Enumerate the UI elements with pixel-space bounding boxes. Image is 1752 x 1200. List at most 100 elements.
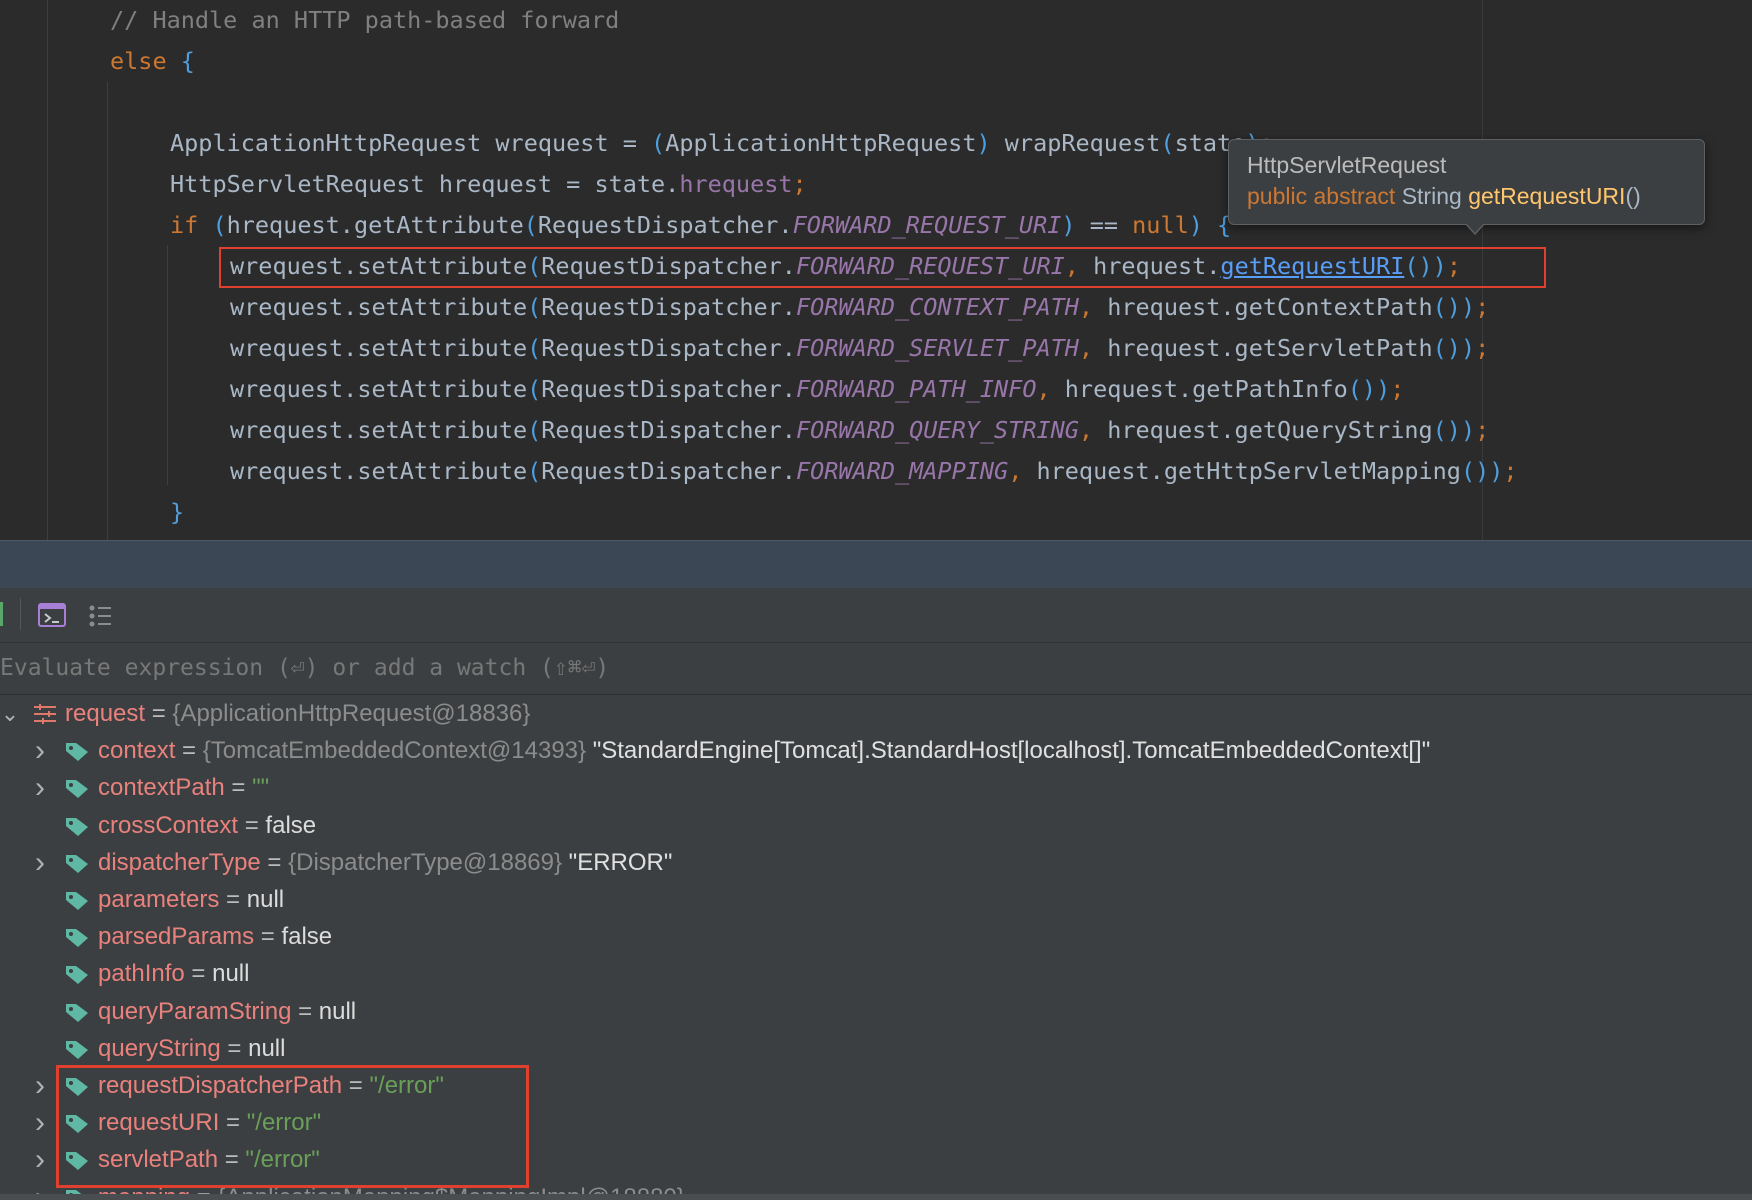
code-token: , [1008,457,1023,485]
chevron-right-icon[interactable]: › [30,1067,50,1104]
tree-row[interactable]: › contextPath = "" [0,769,1752,806]
code-token: ) [1489,457,1504,485]
code-token: wrequest.setAttribute [230,334,528,362]
code-token: ) [1460,293,1476,321]
chevron-right-icon[interactable]: › [30,1104,50,1141]
field-tag-icon [66,892,88,910]
code-token: FORWARD_QUERY_STRING [795,416,1079,444]
code-line[interactable]: wrequest.setAttribute(RequestDispatcher.… [230,410,1489,451]
var-value: null [212,960,250,988]
code-token: ( [527,416,542,444]
code-line[interactable]: wrequest.setAttribute(RequestDispatcher.… [230,328,1489,369]
var-eq: = [145,700,173,727]
code-token: wrequest.setAttribute [230,293,528,321]
var-eq: = [219,886,247,913]
var-value: null [318,997,357,1025]
code-token: ( [523,211,538,239]
code-token: RequestDispatcher. [541,457,796,485]
evaluate-expression-input[interactable]: Evaluate expression (⏎) or add a watch (… [0,643,1752,695]
code-token: ( [651,129,666,157]
code-token: ApplicationHttpRequest wrequest = [170,129,652,157]
var-name: pathInfo [98,960,185,988]
code-token: HttpServletRequest hrequest = state. [170,170,680,198]
quick-doc-tooltip: HttpServletRequest public abstract Strin… [1228,139,1705,235]
code-token: , [1036,375,1051,403]
field-tag-icon [66,929,88,948]
indent-guide [47,0,48,540]
code-line[interactable]: wrequest.setAttribute(RequestDispatcher.… [230,369,1404,410]
panel-splitter[interactable] [0,540,1752,589]
debugger-toolbar [0,588,1752,643]
list-icon[interactable] [84,599,116,631]
code-token: wrequest.setAttribute [230,457,528,485]
code-token: RequestDispatcher. [541,334,796,362]
code-token: null [1132,211,1189,239]
code-token: ; [792,170,807,198]
code-token: hrequest.getContextPath [1093,293,1433,321]
code-token: () [1432,334,1461,362]
tree-row-request[interactable]: ⌄ request = {ApplicationHttpRequest@1883… [0,695,1752,732]
code-line[interactable]: else { [110,41,195,82]
code-token: ) [1376,375,1391,403]
chevron-right-icon[interactable]: › [30,769,50,806]
tooltip-class-name: HttpServletRequest [1247,152,1447,178]
var-type: {ApplicationHttpRequest@18836} [172,700,531,727]
code-line[interactable]: HttpServletRequest hrequest = state.hreq… [170,164,807,205]
var-value: null [246,886,285,913]
code-token: hrequest [679,170,793,198]
code-line[interactable]: ApplicationHttpRequest wrequest = (Appli… [170,123,1274,164]
code-token: FORWARD_SERVLET_PATH [795,334,1079,362]
code-line[interactable]: } [170,492,184,533]
var-eq: = [224,774,253,802]
code-line[interactable]: if (hrequest.getAttribute(RequestDispatc… [170,205,1231,246]
code-token: ; [1475,334,1490,362]
chevron-right-icon[interactable]: › [30,844,50,881]
code-token: ( [527,293,542,321]
code-token: ( [527,334,542,362]
chevron-down-icon[interactable]: ⌄ [0,695,20,732]
code-editor[interactable]: // Handle an HTTP path-based forward else… [0,0,1752,540]
tree-row[interactable]: pathInfo = null [0,955,1752,992]
code-token: == [1075,211,1133,239]
code-line[interactable]: // Handle an HTTP path-based forward [110,0,619,41]
code-token: RequestDispatcher. [541,293,796,321]
tooltip-modifiers: public abstract [1247,183,1396,209]
var-type: {DispatcherType@18869} [288,848,563,876]
field-tag-icon [66,854,88,873]
tree-row[interactable]: parameters = null [0,881,1752,918]
code-token: ( [527,375,542,403]
tree-row[interactable]: parsedParams = false [0,918,1752,955]
code-token: hrequest.getServletPath [1093,334,1433,362]
code-token: ) [1188,211,1218,239]
tree-row[interactable]: › context = {TomcatEmbeddedContext@14393}… [0,732,1752,769]
console-icon[interactable] [36,599,68,631]
var-eq: = [175,737,203,765]
code-token: FORWARD_MAPPING [795,457,1009,485]
var-name: dispatcherType [98,848,261,876]
var-name: queryString [98,1034,221,1062]
code-token: wrequest.setAttribute [230,375,528,403]
var-name: contextPath [98,774,225,802]
var-value: false [265,811,317,839]
field-tag-icon [66,1003,88,1022]
chevron-right-icon[interactable]: › [30,1141,50,1178]
highlight-box-request-uri [219,247,1546,288]
code-line[interactable]: wrequest.setAttribute(RequestDispatcher.… [230,287,1489,328]
tree-row[interactable]: queryString = null [0,1030,1752,1067]
tree-row[interactable]: › dispatcherType = {DispatcherType@18869}… [0,844,1752,881]
chevron-right-icon[interactable]: › [30,732,50,769]
code-token: FORWARD_PATH_INFO [795,375,1037,403]
var-eq: = [260,848,289,876]
code-token: RequestDispatcher. [537,211,793,239]
code-line[interactable]: wrequest.setAttribute(RequestDispatcher.… [230,451,1518,492]
code-token: ) [1061,211,1076,239]
indent-guide [107,82,108,540]
code-token: ApplicationHttpRequest [665,129,977,157]
tooltip-params: () [1625,183,1641,209]
var-eq: = [220,1034,249,1062]
tree-row[interactable]: queryParamString = null [0,993,1752,1030]
var-eq: = [184,960,213,988]
tree-row[interactable]: crossContext = false [0,807,1752,844]
var-name: context [98,737,176,765]
